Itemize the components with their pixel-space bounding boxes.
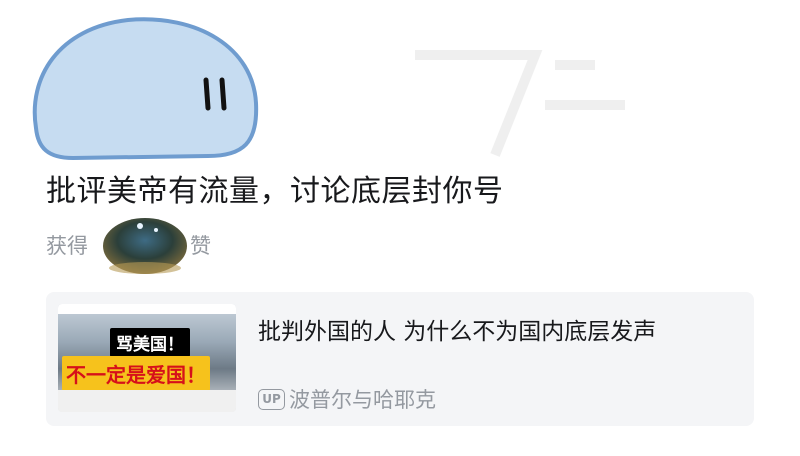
likes-suffix: 赞 (190, 234, 211, 258)
thumbnail-caption-1: 骂美国！ (110, 328, 190, 357)
up-badge-icon: UP (258, 388, 285, 410)
video-card[interactable]: 骂美国！ 不一定是爱国！ 批判外国的人 为什么不为国内底层发声 UP 波普尔与哈… (46, 292, 754, 426)
post-headline: 批评美帝有流量，讨论底层封你号 (46, 174, 504, 209)
video-thumbnail[interactable]: 骂美国！ 不一定是爱国！ (58, 304, 236, 412)
thumbnail-caption-2: 不一定是爱国！ (62, 356, 210, 391)
glass-orb-sticker-icon (103, 218, 187, 274)
blob-avatar-icon (32, 17, 259, 160)
uploader-name[interactable]: 波普尔与哈耶克 (289, 384, 436, 414)
likes-prefix: 获得 (46, 234, 88, 258)
video-title[interactable]: 批判外国的人 为什么不为国内底层发声 (258, 312, 656, 346)
uploader-row[interactable]: UP 波普尔与哈耶克 (258, 384, 436, 414)
watermark-glyph (415, 50, 625, 157)
